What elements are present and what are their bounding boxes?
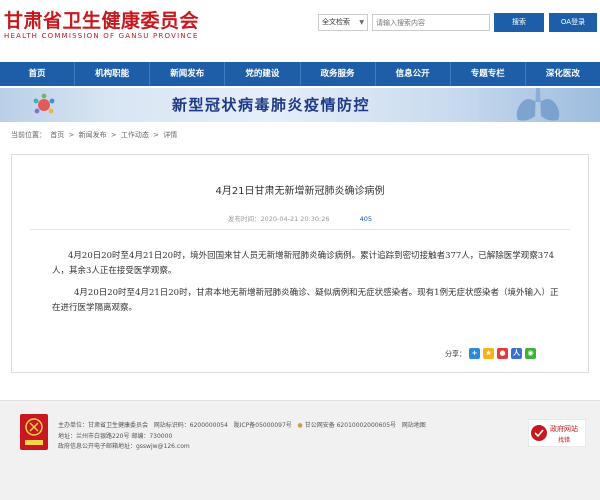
- breadcrumb-news[interactable]: 新闻发布: [79, 131, 107, 139]
- footer-address: 地址：兰州市白银路220号 邮编：730000: [58, 433, 173, 440]
- renren-icon[interactable]: 人: [511, 348, 522, 359]
- nav-item-home[interactable]: 首页: [0, 62, 76, 86]
- footer-police-record[interactable]: 甘公网安备 62010002000605号: [305, 422, 396, 429]
- footer-site-id: 网站标识码：6200000054: [153, 422, 228, 429]
- article-container: 4月21日甘肃无新增新冠肺炎确诊病例 发布时间：2020-04-21 20:30…: [11, 154, 589, 373]
- search-button[interactable]: 搜索: [494, 13, 544, 32]
- breadcrumb-current: 详情: [163, 131, 178, 139]
- gov-site-error-badge[interactable]: 政府网站 找错: [528, 419, 586, 447]
- nav-item-topics[interactable]: 专题专栏: [451, 62, 526, 86]
- nav-item-disclosure[interactable]: 信息公开: [376, 62, 451, 86]
- nav-item-news[interactable]: 新闻发布: [150, 62, 226, 86]
- site-logo-subtitle: HEALTH COMMISSION OF GANSU PROVINCE: [4, 32, 199, 40]
- covid-banner[interactable]: 新型冠状病毒肺炎疫情防控: [0, 88, 600, 122]
- nav-item-reform[interactable]: 深化医改: [526, 62, 600, 86]
- article-meta: 发布时间：2020-04-21 20:30:26 405: [12, 213, 588, 223]
- main-nav: 首页 机构职能 新闻发布 党的建设 政务服务 信息公开 专题专栏 深化医改: [0, 62, 600, 86]
- gov-badge-subtext: 找错: [558, 436, 570, 444]
- view-count: 405: [359, 215, 373, 223]
- share-label: 分享：: [445, 349, 466, 358]
- breadcrumb-home[interactable]: 首页: [50, 131, 64, 139]
- share-more-icon[interactable]: +: [469, 348, 480, 359]
- footer-email: 政府信息公开电子邮箱地址：gsswjw@126.com: [58, 443, 190, 450]
- nav-item-party[interactable]: 党的建设: [225, 62, 301, 86]
- breadcrumb-separator: >: [68, 131, 75, 139]
- nav-item-services[interactable]: 政务服务: [301, 62, 376, 86]
- publish-time: 发布时间：2020-04-21 20:30:26: [227, 215, 330, 223]
- qzone-icon[interactable]: ★: [483, 348, 494, 359]
- footer-sitemap-link[interactable]: 网站地图: [402, 422, 426, 429]
- oa-login-button[interactable]: OA登录: [549, 13, 597, 32]
- share-bar: 分享： + ★ ● 人 ◉: [445, 348, 536, 359]
- lungs-icon: [516, 88, 560, 121]
- breadcrumb-prefix: 当前位置：: [11, 131, 46, 139]
- breadcrumb-separator: >: [153, 131, 160, 139]
- site-footer: 主办单位：甘肃省卫生健康委员会 网站标识码：6200000054 陇ICP备05…: [0, 400, 600, 500]
- footer-info-line: 主办单位：甘肃省卫生健康委员会 网站标识码：6200000054 陇ICP备05…: [58, 420, 426, 429]
- footer-sponsor: 主办单位：甘肃省卫生健康委员会: [58, 422, 149, 429]
- breadcrumb: 当前位置： 首页 > 新闻发布 > 工作动态 > 详情: [11, 130, 179, 140]
- article-paragraph: 4月20日20时至4月21日20时，境外回国来甘人员无新增新冠肺炎确诊病例。累计…: [52, 251, 555, 276]
- breadcrumb-separator: >: [110, 131, 117, 139]
- article-paragraph: 4月20日20时至4月21日20时，甘肃本地无新增新冠肺炎确诊、疑似病例和无症状…: [52, 288, 559, 313]
- search-input[interactable]: [372, 14, 490, 31]
- divider: [30, 229, 570, 230]
- search-type-select[interactable]: 全文检索 ▼: [318, 14, 368, 31]
- party-emblem-icon[interactable]: [20, 414, 48, 450]
- banner-title: 新型冠状病毒肺炎疫情防控: [172, 96, 371, 114]
- police-badge-icon: ●: [297, 422, 303, 429]
- search-type-label: 全文检索: [322, 18, 350, 26]
- site-header: 甘肃省卫生健康委员会 HEALTH COMMISSION OF GANSU PR…: [0, 0, 600, 60]
- breadcrumb-work-updates[interactable]: 工作动态: [121, 131, 149, 139]
- footer-icp[interactable]: 陇ICP备05000097号: [234, 422, 292, 429]
- virus-icon: [33, 93, 55, 114]
- site-logo-title[interactable]: 甘肃省卫生健康委员会: [4, 6, 199, 33]
- article-title: 4月21日甘肃无新增新冠肺炎确诊病例: [215, 186, 385, 197]
- chevron-down-icon: ▼: [359, 19, 364, 26]
- gov-badge-text: 政府网站: [550, 424, 578, 433]
- wechat-icon[interactable]: ◉: [525, 348, 536, 359]
- nav-item-institution[interactable]: 机构职能: [75, 62, 151, 86]
- weibo-icon[interactable]: ●: [497, 348, 508, 359]
